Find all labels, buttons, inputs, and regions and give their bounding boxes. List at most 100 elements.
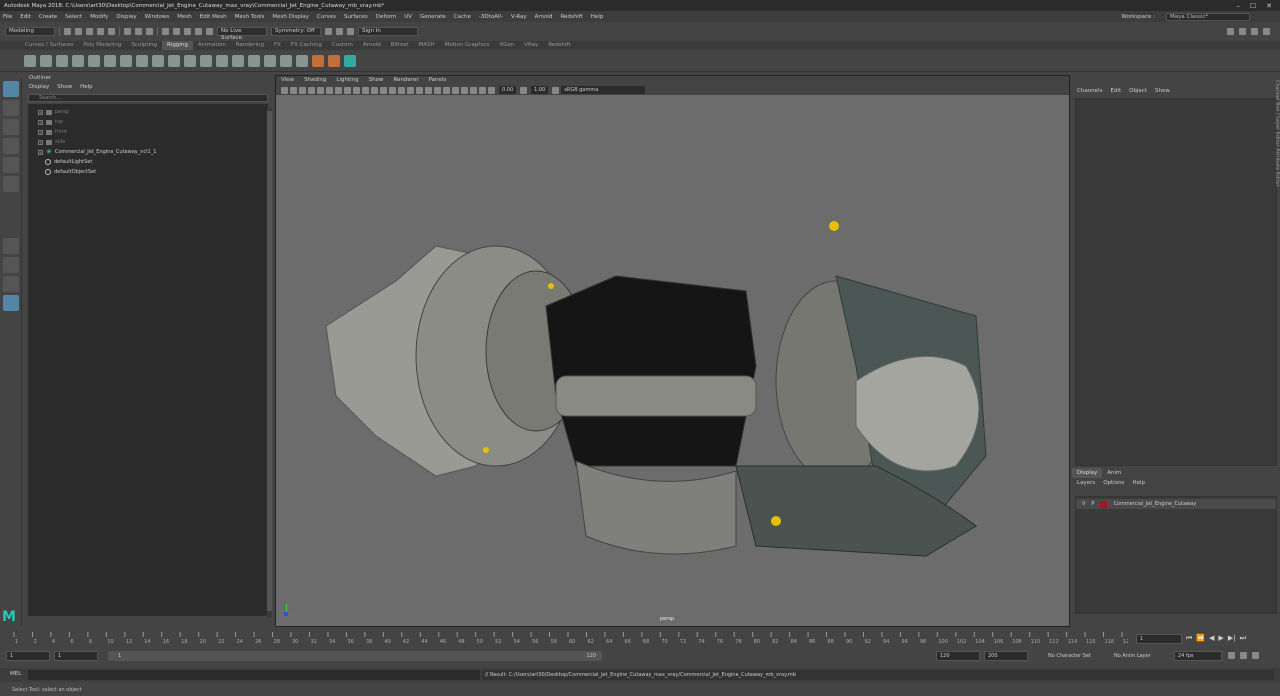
new-scene-icon[interactable] (64, 27, 71, 35)
layers-menu-layers[interactable]: Layers (1077, 478, 1095, 488)
ik-handle-icon[interactable] (40, 54, 52, 67)
workspace-dropdown[interactable]: Maya Classic* (1166, 12, 1250, 21)
tab-display[interactable]: Display (1072, 468, 1103, 478)
wireframe-on-shaded-icon[interactable] (389, 86, 396, 94)
anim-prefs-icon[interactable] (1252, 652, 1259, 659)
list-item[interactable]: + front (38, 127, 268, 137)
menu-arnold[interactable]: Arnold (535, 14, 553, 20)
cluster-icon[interactable] (184, 54, 196, 67)
menu-file[interactable]: File (3, 14, 12, 20)
menu-edit[interactable]: Edit (20, 14, 31, 20)
select-hierarchy-icon[interactable] (124, 27, 131, 35)
smooth-bind-icon[interactable] (152, 54, 164, 67)
range-slider[interactable]: 1 120 (108, 651, 602, 661)
gate-mask-icon[interactable] (335, 86, 342, 94)
shelf-tab-bifrost[interactable]: Bifrost (386, 41, 414, 50)
shelf-tab-rigging[interactable]: Rigging (162, 41, 193, 50)
mode-dropdown[interactable]: Modeling (5, 26, 55, 36)
paint-select-icon[interactable] (3, 119, 19, 135)
select-component-icon[interactable] (146, 27, 153, 35)
tab-anim[interactable]: Anim (1102, 468, 1126, 478)
expand-icon[interactable]: + (38, 149, 43, 155)
list-item[interactable]: + top (38, 117, 268, 127)
layer-visibility-toggle[interactable]: V (1082, 501, 1085, 507)
symmetry-dropdown[interactable]: Symmetry: Off (271, 26, 321, 36)
open-scene-icon[interactable] (75, 27, 82, 35)
layer-row[interactable]: V P Commercial_Jet_Engine_Cutaway (1076, 499, 1276, 509)
menu-windows[interactable]: Windows (145, 14, 170, 20)
resolution-gate-icon[interactable] (326, 86, 333, 94)
safe-action-icon[interactable] (353, 86, 360, 94)
xray-icon[interactable] (470, 86, 477, 94)
human-ik-icon[interactable] (104, 54, 116, 67)
lasso-tool-icon[interactable] (3, 100, 19, 116)
anti-aliasing-icon[interactable] (443, 86, 450, 94)
menu-vray[interactable]: V-Ray (511, 14, 527, 20)
step-back-key-icon[interactable]: ⏪ (1196, 634, 1205, 643)
menu-curves[interactable]: Curves (317, 14, 336, 20)
snap-grid-icon[interactable] (162, 27, 169, 35)
shelf-tab-curves-surfaces[interactable]: Curves / Surfaces (20, 41, 78, 50)
list-item[interactable]: defaultObjectSet (38, 167, 268, 177)
menu-uv[interactable]: UV (404, 14, 412, 20)
viewport-menu-show[interactable]: Show (369, 76, 384, 85)
play-icon[interactable]: ▶ (1218, 634, 1223, 643)
attribute-editor-icon[interactable] (1239, 27, 1246, 35)
rotate-tool-icon[interactable] (3, 157, 19, 173)
shadows-icon[interactable] (416, 86, 423, 94)
select-object-icon[interactable] (135, 27, 142, 35)
quick-rig-icon[interactable] (88, 54, 100, 67)
snap-curve-icon[interactable] (173, 27, 180, 35)
menu-generate[interactable]: Generate (420, 14, 446, 20)
four-view-layout-icon[interactable] (3, 257, 19, 273)
point-constraint-icon[interactable] (232, 54, 244, 67)
step-back-icon[interactable]: ◀ (1209, 634, 1214, 643)
start-time-field[interactable]: 1 (6, 651, 50, 661)
skeleton-icon[interactable] (120, 54, 132, 67)
channels-menu-show[interactable]: Show (1155, 86, 1170, 96)
menu-3dtoall[interactable]: -3DtoAll- (479, 14, 503, 20)
layer-color-swatch[interactable] (1100, 500, 1108, 508)
channels-menu-object[interactable]: Object (1129, 86, 1147, 96)
mirror-joint-icon[interactable] (72, 54, 84, 67)
outliner-scrollbar[interactable] (267, 108, 272, 618)
film-gate-icon[interactable] (317, 86, 324, 94)
menu-display[interactable]: Display (116, 14, 136, 20)
snap-point-icon[interactable] (184, 27, 191, 35)
jet-engine-cutaway-model[interactable] (316, 166, 1016, 566)
layer-playback-toggle[interactable]: P (1091, 501, 1094, 507)
menu-create[interactable]: Create (39, 14, 57, 20)
ipr-icon[interactable] (336, 27, 343, 35)
motion-blur-icon[interactable] (434, 86, 441, 94)
side-panel-tabs[interactable]: Channel Box / Layer Editor Attribute Edi… (1270, 80, 1280, 280)
expand-icon[interactable]: + (38, 139, 43, 145)
auto-key-icon[interactable] (1240, 652, 1247, 659)
channels-menu-edit[interactable]: Edit (1110, 86, 1121, 96)
shelf-tab-redshift[interactable]: Redshift (543, 41, 575, 50)
playback-end-field[interactable]: 120 (936, 651, 980, 661)
shelf-tab-fx-caching[interactable]: FX Caching (286, 41, 327, 50)
image-plane-icon[interactable] (299, 86, 306, 94)
viewport-menu-lighting[interactable]: Lighting (336, 76, 358, 85)
xray-joints-icon[interactable] (479, 86, 486, 94)
shelf-tab-mash[interactable]: MASH (413, 41, 439, 50)
safe-title-icon[interactable] (362, 86, 369, 94)
joint-tool-icon[interactable] (24, 54, 36, 67)
move-tool-icon[interactable] (3, 138, 19, 154)
save-scene-icon[interactable] (86, 27, 93, 35)
minimize-icon[interactable]: – (1236, 2, 1240, 10)
viewport-menu-view[interactable]: View (281, 76, 294, 85)
persp-outliner-layout-icon[interactable] (3, 276, 19, 292)
layers-menu-help[interactable]: Help (1132, 478, 1145, 488)
list-item[interactable]: + persp (38, 107, 268, 117)
curve-cv-icon[interactable] (328, 54, 340, 67)
modeling-toolkit-icon[interactable] (1227, 27, 1234, 35)
render-settings-icon[interactable] (347, 27, 354, 35)
channel-box-icon[interactable] (1263, 27, 1270, 35)
camera-attributes-icon[interactable] (281, 86, 288, 94)
render-icon[interactable] (325, 27, 332, 35)
shelf-tab-fx[interactable]: FX (269, 41, 286, 50)
maximize-icon[interactable]: ☐ (1250, 2, 1256, 10)
color-management-icon[interactable] (552, 86, 560, 94)
menu-help[interactable]: Help (591, 14, 604, 20)
